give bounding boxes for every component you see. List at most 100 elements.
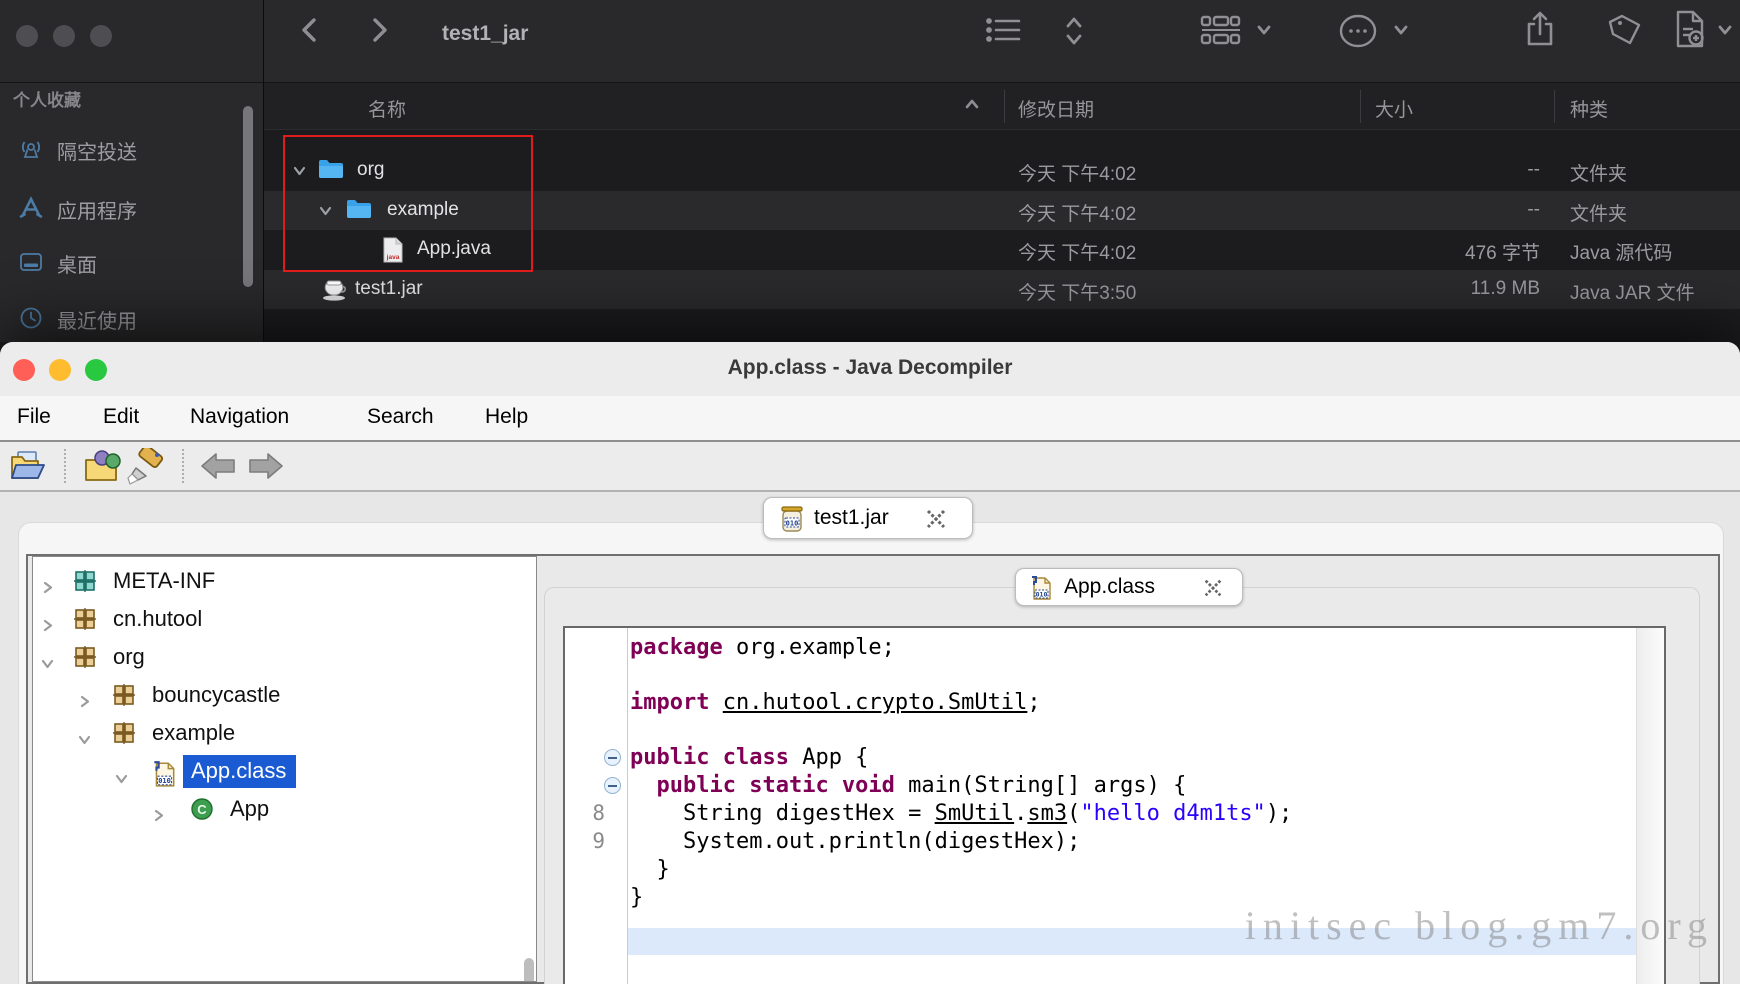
- code-segment-plain: (: [1067, 801, 1080, 826]
- menu-navigation[interactable]: Navigation: [190, 405, 289, 429]
- chevron-down-icon[interactable]: [40, 651, 55, 677]
- annotation-red-box: [283, 135, 533, 272]
- tag-icon[interactable]: [1606, 12, 1644, 53]
- code-segment-link[interactable]: cn.hutool.crypto.SmUtil: [723, 690, 1028, 715]
- menu-file[interactable]: File: [17, 405, 51, 429]
- chevron-right-icon[interactable]: [77, 689, 92, 715]
- new-folder-document-icon[interactable]: [1672, 9, 1708, 54]
- code-segment-plain: [630, 773, 657, 798]
- code-segment-link[interactable]: SmUtil: [935, 801, 1014, 826]
- code-segment-plain: App {: [789, 745, 868, 770]
- column-divider[interactable]: [1004, 90, 1005, 123]
- decompiler-toolbar: [0, 442, 1740, 490]
- airdrop-icon: [18, 136, 44, 167]
- desktop-icon: [18, 249, 44, 280]
- tree-item-label: App: [230, 796, 269, 822]
- tree-scrollbar[interactable]: [524, 958, 534, 982]
- file-kind: 文件夹: [1570, 159, 1627, 186]
- back-icon[interactable]: [200, 451, 236, 486]
- chevron-down-icon[interactable]: [114, 766, 129, 792]
- close-tab-icon[interactable]: [1202, 577, 1224, 604]
- package-meta-icon: [73, 569, 97, 599]
- toolbar-separator: [182, 449, 184, 483]
- file-size: --: [1380, 159, 1540, 181]
- sidebar-scrollbar[interactable]: [243, 106, 253, 287]
- column-modified[interactable]: 修改日期: [1018, 95, 1094, 122]
- code-line-4: public static void main(String[] args) {: [630, 772, 1186, 800]
- finder-minimize-button[interactable]: [53, 25, 75, 47]
- back-icon[interactable]: [296, 14, 324, 51]
- class-file-icon: 010: [151, 760, 177, 794]
- sidebar-item-1[interactable]: 隔空投送: [0, 132, 264, 166]
- sidebar-item-4[interactable]: 最近使用: [0, 301, 264, 335]
- column-divider[interactable]: [1360, 90, 1361, 123]
- more-options-icon[interactable]: [1338, 13, 1378, 54]
- file-size: 476 字节: [1380, 238, 1540, 265]
- code-segment-plain: );: [1266, 801, 1293, 826]
- chevron-right-icon[interactable]: [40, 575, 55, 601]
- fold-collapse-icon[interactable]: [604, 777, 621, 794]
- sort-ascending-icon[interactable]: [964, 98, 980, 117]
- sidebar-item-label: 应用程序: [57, 195, 137, 224]
- chevron-down-icon[interactable]: [77, 727, 92, 753]
- menu-search[interactable]: Search: [367, 405, 434, 429]
- tree-item-label: App.class: [183, 755, 296, 788]
- code-line-3: public class App {: [630, 744, 868, 772]
- tab-app-class[interactable]: 010 App.class: [1015, 568, 1243, 606]
- sidebar-item-3[interactable]: 桌面: [0, 245, 264, 279]
- sidebar-item-label: 隔空投送: [57, 136, 137, 165]
- sidebar-item-label: 最近使用: [57, 305, 137, 334]
- tree-item-label: cn.hutool: [113, 606, 202, 632]
- code-line-8: }: [630, 884, 643, 912]
- chevron-down-icon[interactable]: [1716, 22, 1734, 43]
- open-file-icon[interactable]: [8, 448, 48, 489]
- column-divider[interactable]: [1554, 90, 1555, 123]
- code-segment-kw: public class: [630, 745, 789, 770]
- code-scrollbar[interactable]: [1636, 628, 1664, 984]
- chevron-right-icon[interactable]: [151, 803, 166, 829]
- menu-help[interactable]: Help: [485, 405, 528, 429]
- file-row-test1.jar[interactable]: test1.jar今天 下午3:5011.9 MBJava JAR 文件: [264, 270, 1740, 309]
- file-kind: 文件夹: [1570, 199, 1627, 226]
- finder-window-title: test1_jar: [442, 22, 528, 46]
- chevron-right-icon[interactable]: [40, 613, 55, 639]
- list-view-icon[interactable]: [985, 13, 1023, 52]
- file-modified: 今天 下午4:02: [1018, 238, 1136, 265]
- finder-zoom-button[interactable]: [90, 25, 112, 47]
- menu-edit[interactable]: Edit: [103, 405, 139, 429]
- finder-close-button[interactable]: [16, 25, 38, 47]
- tab-test1-jar[interactable]: 010 test1.jar: [763, 497, 973, 539]
- fold-collapse-icon[interactable]: [604, 749, 621, 766]
- sort-toggle-icon[interactable]: [1064, 13, 1084, 54]
- code-segment-string: "hello d4m1ts": [1080, 801, 1265, 826]
- column-size[interactable]: 大小: [1375, 95, 1413, 122]
- file-size: --: [1380, 199, 1540, 221]
- menu-bar: File Edit Navigation Search Help: [0, 396, 1740, 440]
- file-modified: 今天 下午4:02: [1018, 159, 1136, 186]
- chevron-down-icon[interactable]: [1392, 22, 1410, 43]
- column-kind[interactable]: 种类: [1570, 95, 1608, 122]
- jar-icon: 010: [779, 505, 805, 538]
- recents-icon: [18, 305, 44, 336]
- tree-item-label: bouncycastle: [152, 682, 280, 708]
- sidebar-item-2[interactable]: 应用程序: [0, 191, 264, 225]
- tab-label: App.class: [1064, 575, 1155, 599]
- share-icon[interactable]: [1523, 10, 1557, 55]
- forward-icon[interactable]: [248, 451, 284, 486]
- forward-icon[interactable]: [365, 14, 393, 51]
- code-segment-link[interactable]: sm3: [1027, 801, 1067, 826]
- group-view-icon[interactable]: [1200, 13, 1242, 54]
- applications-icon: [18, 195, 44, 226]
- open-type-icon[interactable]: [82, 448, 124, 489]
- file-size: 11.9 MB: [1380, 278, 1540, 300]
- package-tree: META-INFcn.hutoolorgbouncycastleexample0…: [32, 556, 537, 982]
- search-icon[interactable]: [124, 448, 168, 491]
- finder-sidebar: 个人收藏 隔空投送应用程序桌面最近使用: [0, 83, 264, 342]
- code-editor[interactable]: package org.example;import cn.hutool.cry…: [563, 626, 1666, 984]
- code-segment-plain: .: [1014, 801, 1027, 826]
- package-icon: [73, 607, 97, 637]
- chevron-down-icon[interactable]: [1255, 22, 1273, 43]
- close-tab-icon[interactable]: [924, 507, 948, 536]
- finder-file-list: 名称 修改日期 大小 种类 org今天 下午4:02--文件夹example今天…: [264, 83, 1740, 342]
- column-name[interactable]: 名称: [368, 95, 406, 122]
